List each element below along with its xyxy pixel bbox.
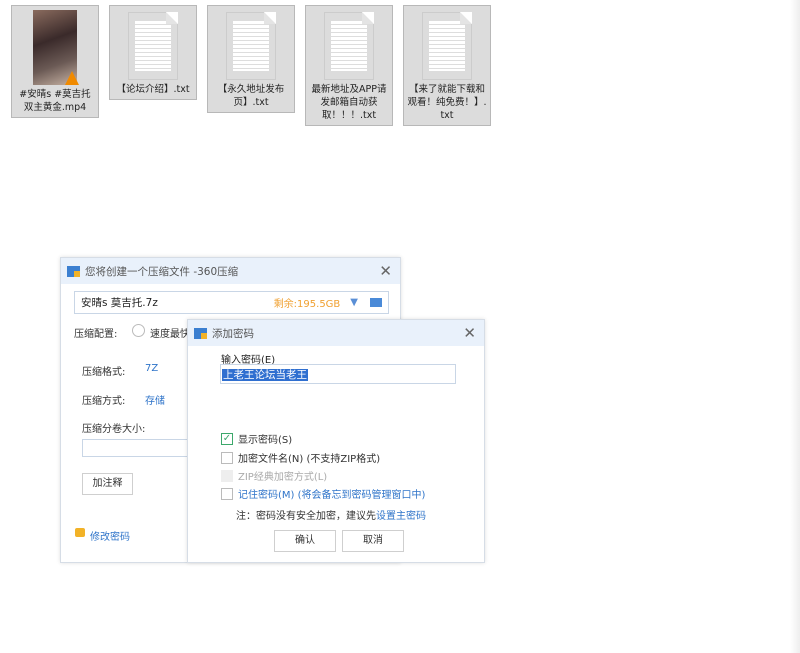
encrypt-filenames-checkbox[interactable]: 加密文件名(N) (不支持ZIP格式) — [221, 450, 380, 465]
password-value[interactable]: 上老王论坛当老王 — [222, 369, 308, 381]
text-file-icon — [128, 12, 178, 80]
split-size-input[interactable] — [82, 439, 192, 457]
file-item[interactable]: #安晴s #莫吉托双主黄金.mp4 — [11, 5, 99, 118]
text-file-icon — [422, 12, 472, 80]
close-icon[interactable]: ✕ — [463, 324, 476, 342]
360zip-icon — [67, 265, 80, 277]
free-space: 剩余:195.5GB — [273, 299, 341, 310]
video-thumbnail — [33, 10, 79, 85]
file-name: #安晴s #莫吉托双主黄金.mp4 — [19, 89, 91, 113]
add-comment-button[interactable]: 加注释 — [82, 473, 133, 495]
dialog-title: 您将创建一个压缩文件 -360压缩 — [85, 265, 239, 278]
close-icon[interactable]: ✕ — [379, 262, 392, 280]
lock-icon — [75, 528, 85, 537]
show-password-checkbox[interactable]: ✓ 显示密码(S) — [221, 431, 292, 446]
title-bar: 您将创建一个压缩文件 -360压缩 — [61, 258, 400, 284]
file-item[interactable]: 【来了就能下载和观看！纯免费！】.txt — [403, 5, 491, 126]
checkbox-label: 显示密码(S) — [238, 435, 293, 446]
password-input[interactable]: 上老王论坛当老王 — [220, 364, 456, 384]
checkbox-label: 记住密码(M) (将会备忘到密码管理窗口中) — [238, 490, 426, 501]
file-name: 【论坛介绍】.txt — [116, 84, 190, 95]
note-text: 注：密码没有安全加密，建议先 — [236, 511, 376, 522]
checkbox-label: ZIP经典加密方式(L) — [238, 472, 328, 483]
vlc-icon — [65, 71, 79, 85]
method-label: 压缩方式: — [82, 396, 126, 407]
file-name: 最新地址及APP请发邮箱自动获取！！！.txt — [311, 84, 387, 121]
file-name: 【永久地址发布页】.txt — [217, 84, 285, 108]
change-password-link[interactable]: 修改密码 — [90, 528, 130, 543]
config-option[interactable]: 速度最快 — [150, 325, 190, 340]
360zip-icon — [194, 327, 207, 339]
remember-password-checkbox[interactable]: 记住密码(M) (将会备忘到密码管理窗口中) — [221, 486, 425, 501]
set-master-password-link[interactable]: 设置主密码 — [376, 511, 426, 522]
window-edge-shadow — [790, 0, 800, 653]
note: 注：密码没有安全加密，建议先设置主密码 — [236, 507, 426, 522]
confirm-button[interactable]: 确认 — [274, 530, 336, 552]
checkmark-icon: ✓ — [221, 432, 233, 445]
archive-filename[interactable]: 安晴s 莫吉托.7z — [81, 295, 274, 310]
title-bar: 添加密码 — [188, 320, 484, 346]
dialog-title: 添加密码 — [212, 327, 254, 340]
speed-radio[interactable] — [132, 324, 145, 337]
file-item[interactable]: 【论坛介绍】.txt — [109, 5, 197, 100]
add-password-dialog: 添加密码 ✕ 输入密码(E) 上老王论坛当老王 ✓ 显示密码(S) 加密文件名(N… — [187, 319, 485, 563]
folder-icon[interactable] — [370, 298, 382, 307]
method-value[interactable]: 存储 — [145, 392, 165, 407]
file-name: 【来了就能下载和观看！纯免费！】.txt — [407, 84, 487, 121]
cancel-button[interactable]: 取消 — [342, 530, 404, 552]
config-label: 压缩配置: — [74, 329, 118, 340]
text-file-icon — [226, 12, 276, 80]
split-label: 压缩分卷大小: — [82, 424, 146, 435]
format-label: 压缩格式: — [82, 367, 126, 378]
checkbox-box — [221, 487, 233, 500]
zip-classic-checkbox: ZIP经典加密方式(L) — [221, 468, 327, 483]
checkbox-label: 加密文件名(N) (不支持ZIP格式) — [238, 454, 381, 465]
archive-path-field[interactable]: 安晴s 莫吉托.7z 剩余:195.5GB ▼ — [74, 291, 389, 314]
text-file-icon — [324, 12, 374, 80]
checkbox-box — [221, 451, 233, 464]
file-item[interactable]: 最新地址及APP请发邮箱自动获取！！！.txt — [305, 5, 393, 126]
checkbox-box — [221, 469, 233, 482]
file-item[interactable]: 【永久地址发布页】.txt — [207, 5, 295, 113]
format-value[interactable]: 7Z — [145, 363, 158, 374]
dropdown-arrow-icon[interactable]: ▼ — [350, 297, 358, 308]
